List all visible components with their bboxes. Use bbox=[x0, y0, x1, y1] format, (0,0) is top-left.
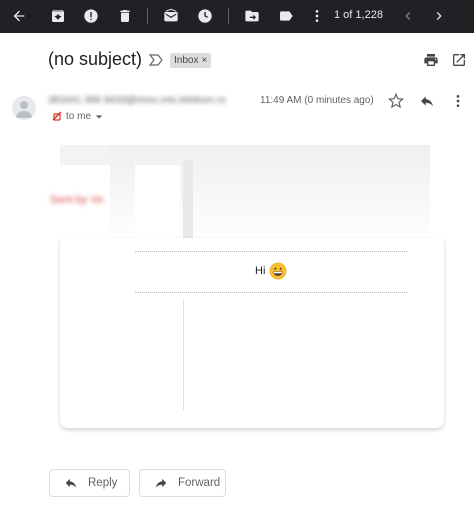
body-background-block bbox=[60, 145, 110, 165]
reply-button-label: Reply bbox=[88, 477, 118, 489]
move-to-icon[interactable] bbox=[240, 4, 264, 28]
pagination-count: 1 of 1,228 bbox=[334, 9, 383, 21]
body-column-divider bbox=[183, 300, 184, 410]
reply-button[interactable]: Reply bbox=[49, 469, 130, 497]
forward-button[interactable]: Forward bbox=[139, 469, 226, 497]
back-arrow-icon[interactable] bbox=[7, 4, 31, 28]
forward-icon bbox=[155, 478, 167, 488]
remove-label-icon[interactable]: × bbox=[201, 55, 207, 66]
star-icon[interactable] bbox=[388, 93, 404, 109]
importance-marker-icon[interactable] bbox=[149, 54, 163, 66]
dotted-divider bbox=[135, 292, 407, 293]
message-text: Hi bbox=[255, 262, 287, 280]
print-icon[interactable] bbox=[423, 52, 439, 68]
reply-icon bbox=[65, 478, 77, 488]
toolbar-divider bbox=[228, 8, 229, 24]
message-timestamp: 11:49 AM (0 minutes ago) bbox=[260, 95, 374, 106]
inbox-label-chip: Inbox × bbox=[170, 53, 212, 68]
archive-icon[interactable] bbox=[46, 4, 70, 28]
recipient-details-toggle[interactable]: to me bbox=[66, 111, 103, 122]
prev-chevron-icon[interactable] bbox=[396, 4, 420, 28]
reply-icon[interactable] bbox=[419, 93, 435, 109]
forward-button-label: Forward bbox=[178, 477, 221, 489]
labels-icon[interactable] bbox=[274, 4, 298, 28]
chevron-down-icon bbox=[95, 114, 103, 119]
grinning-face-emoji-icon bbox=[270, 262, 287, 280]
sms-unsecured-icon bbox=[52, 111, 62, 121]
more-options-icon[interactable] bbox=[452, 93, 464, 109]
more-vert-icon[interactable] bbox=[305, 4, 329, 28]
toolbar-divider bbox=[147, 8, 148, 24]
delete-icon[interactable] bbox=[113, 4, 137, 28]
greeting-text: Hi bbox=[255, 265, 266, 277]
body-background-block bbox=[135, 165, 180, 240]
top-toolbar: 1 of 1,228 bbox=[0, 0, 474, 33]
open-in-new-window-icon[interactable] bbox=[451, 52, 467, 68]
page-title: (no subject) bbox=[48, 49, 143, 69]
next-chevron-icon[interactable] bbox=[427, 4, 451, 28]
message-content-card bbox=[60, 238, 444, 428]
snooze-icon[interactable] bbox=[193, 4, 217, 28]
report-spam-icon[interactable] bbox=[79, 4, 103, 28]
mark-unread-icon[interactable] bbox=[159, 4, 183, 28]
avatar[interactable] bbox=[12, 96, 36, 120]
body-background-block bbox=[183, 160, 193, 240]
label-text: Inbox bbox=[174, 55, 199, 66]
dotted-divider bbox=[135, 251, 407, 252]
sender-address[interactable]: 381641 368 9433@mms.mts.telekom.rs bbox=[48, 95, 225, 106]
recipient-label: to me bbox=[66, 111, 92, 122]
blurred-sender-logo: Sent by Vo bbox=[50, 194, 104, 206]
